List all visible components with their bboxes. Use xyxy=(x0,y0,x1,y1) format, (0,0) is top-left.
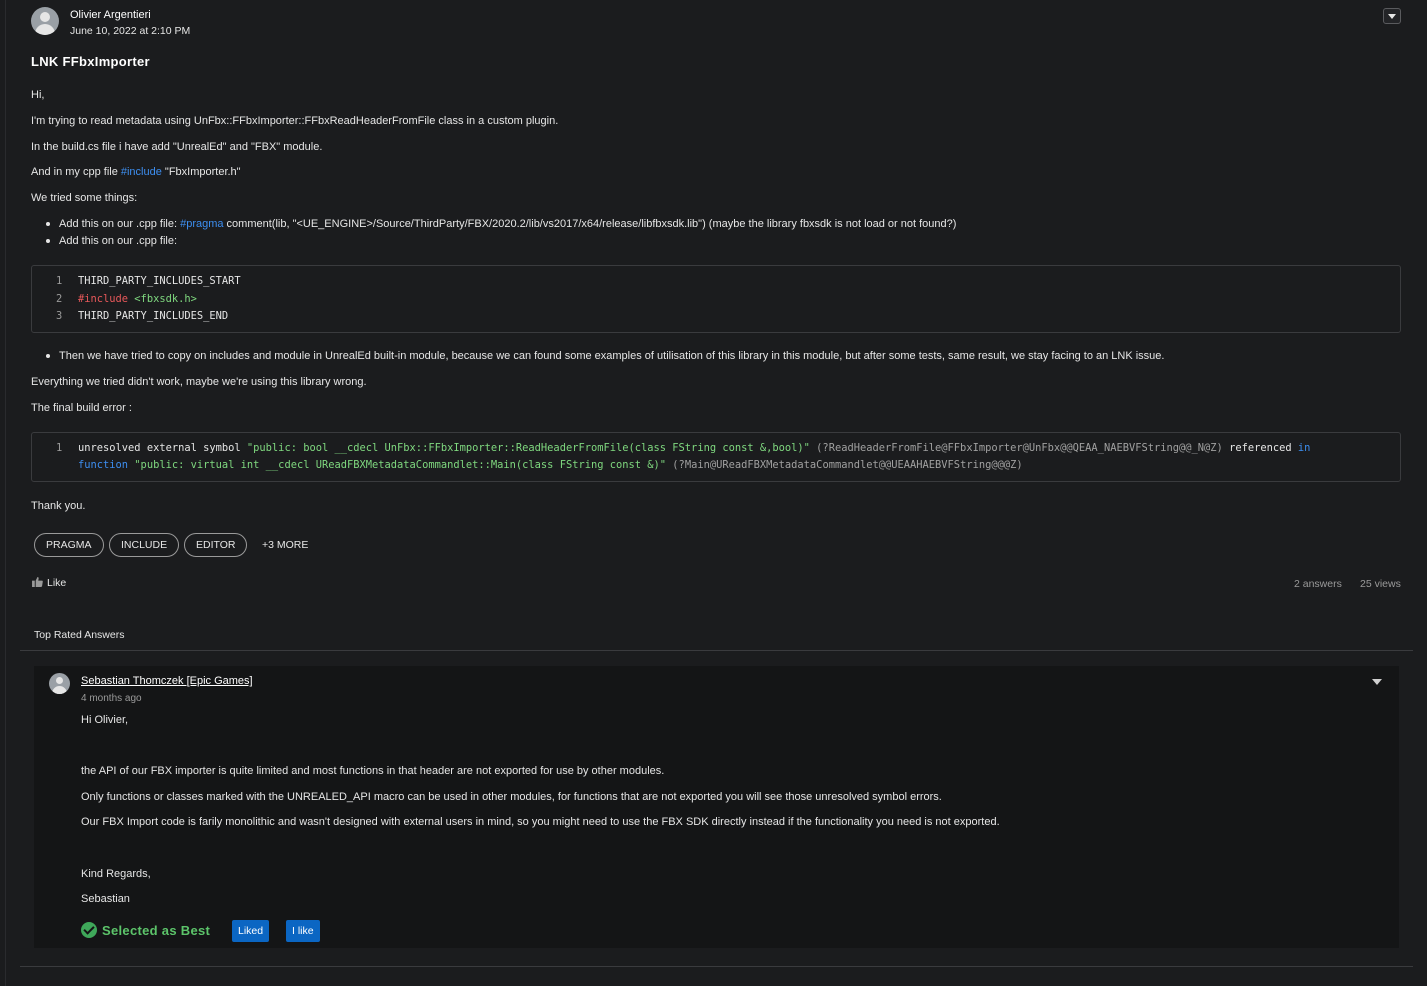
answer-signature: Sebastian xyxy=(81,893,130,905)
bullet-item-2: Add this on our .cpp file: xyxy=(59,235,178,247)
code-comment: (?ReadHeaderFromFile@FFbxImporter@UnFbx@… xyxy=(809,442,1223,454)
code-keyword: in xyxy=(1297,442,1311,454)
post-line-2: In the build.cs file i have add "UnrealE… xyxy=(31,141,323,153)
pragma-hashtag-link[interactable]: #pragma xyxy=(180,218,223,230)
code-keyword: function xyxy=(78,459,129,471)
answer-signoff: Kind Regards, xyxy=(81,868,151,880)
post-title: LNK FFbxImporter xyxy=(31,54,150,69)
selected-as-best-label: Selected as Best xyxy=(102,923,211,938)
check-circle-icon xyxy=(81,922,97,938)
code-keyword: #include xyxy=(78,293,129,305)
code-block-error[interactable]: 1 unresolved external symbol "public: bo… xyxy=(31,432,1401,482)
line-number: 2 xyxy=(56,293,63,305)
thumb-up-icon xyxy=(32,577,43,587)
text-segment: And in my cpp file xyxy=(31,166,121,178)
answer-avatar-icon[interactable] xyxy=(49,673,70,694)
code-string: <fbxsdk.h> xyxy=(128,293,197,305)
tag-pragma[interactable]: PRAGMA xyxy=(34,533,104,557)
bullet-item-3: Then we have tried to copy on includes a… xyxy=(59,350,1165,362)
chevron-down-icon xyxy=(1388,14,1396,19)
code-string: "public: virtual int __cdecl UReadFBXMet… xyxy=(128,459,667,471)
bullet-dot xyxy=(46,354,50,358)
bullet-item-1: Add this on our .cpp file: #pragma comme… xyxy=(59,218,956,230)
answer-greeting: Hi Olivier, xyxy=(81,714,129,726)
like-button[interactable]: Like xyxy=(32,577,66,589)
post-thanks: Thank you. xyxy=(31,500,86,512)
post-date: June 10, 2022 at 2:10 PM xyxy=(70,25,191,37)
post-menu-button[interactable] xyxy=(1383,8,1401,24)
tag-include[interactable]: INCLUDE xyxy=(109,533,180,557)
code-comment: (?Main@UReadFBXMetadataCommandlet@@UEAAH… xyxy=(666,459,1023,471)
code-line: #include <fbxsdk.h> xyxy=(78,293,197,305)
include-hashtag-link[interactable]: #include xyxy=(121,166,162,178)
answer-paragraph-1: the API of our FBX importer is quite lim… xyxy=(81,765,665,777)
code-line: function "public: virtual int __cdecl UR… xyxy=(78,459,1023,471)
bullet-dot xyxy=(46,222,50,226)
chevron-down-icon[interactable] xyxy=(1372,679,1382,685)
line-number: 1 xyxy=(56,275,63,287)
post-line-3: And in my cpp file #include "FbxImporter… xyxy=(31,166,241,178)
i-like-button[interactable]: I like xyxy=(286,920,320,942)
answer-paragraph-2: Only functions or classes marked with th… xyxy=(81,791,942,803)
code-line: THIRD_PARTY_INCLUDES_END xyxy=(78,310,229,322)
line-number: 3 xyxy=(56,310,63,322)
top-rated-answers-heading: Top Rated Answers xyxy=(34,629,125,641)
post-everything: Everything we tried didn't work, maybe w… xyxy=(31,376,367,388)
code-string: "public: bool __cdecl UnFbx::FFbxImporte… xyxy=(246,442,810,454)
post-line-1: I'm trying to read metadata using UnFbx:… xyxy=(31,115,559,127)
answer-paragraph-3: Our FBX Import code is farily monolithic… xyxy=(81,816,1000,828)
code-line: THIRD_PARTY_INCLUDES_START xyxy=(78,275,241,287)
code-text: referenced xyxy=(1222,442,1298,454)
code-block-includes[interactable]: 1 THIRD_PARTY_INCLUDES_START 2 #include … xyxy=(31,265,1401,333)
user-avatar-icon[interactable] xyxy=(31,7,59,35)
post-author[interactable]: Olivier Argentieri xyxy=(70,9,151,21)
tag-editor[interactable]: EDITOR xyxy=(184,533,248,557)
left-divider xyxy=(5,0,6,986)
liked-button[interactable]: Liked xyxy=(232,920,270,942)
code-line: unresolved external symbol "public: bool… xyxy=(78,442,1310,454)
post-tried: We tried some things: xyxy=(31,192,138,204)
more-tags-link[interactable]: +3 MORE xyxy=(262,539,308,551)
post-greeting: Hi, xyxy=(31,89,45,101)
text-segment: "FbxImporter.h" xyxy=(161,166,241,178)
text-segment: comment(lib, "<UE_ENGINE>/Source/ThirdPa… xyxy=(223,218,957,230)
line-number: 1 xyxy=(56,442,63,454)
bullet-dot xyxy=(46,239,50,243)
answers-count: 2 answers xyxy=(1294,578,1342,590)
selected-as-best-badge: Selected as Best xyxy=(81,922,210,938)
like-label: Like xyxy=(47,577,67,589)
answer-time: 4 months ago xyxy=(81,693,142,704)
text-segment: Add this on our .cpp file: xyxy=(59,218,181,230)
answer-card xyxy=(34,666,1399,948)
code-text: unresolved external symbol xyxy=(78,442,247,454)
post-final-error-label: The final build error : xyxy=(31,402,132,414)
views-count: 25 views xyxy=(1360,578,1401,590)
answer-author[interactable]: Sebastian Thomczek [Epic Games] xyxy=(81,675,253,687)
